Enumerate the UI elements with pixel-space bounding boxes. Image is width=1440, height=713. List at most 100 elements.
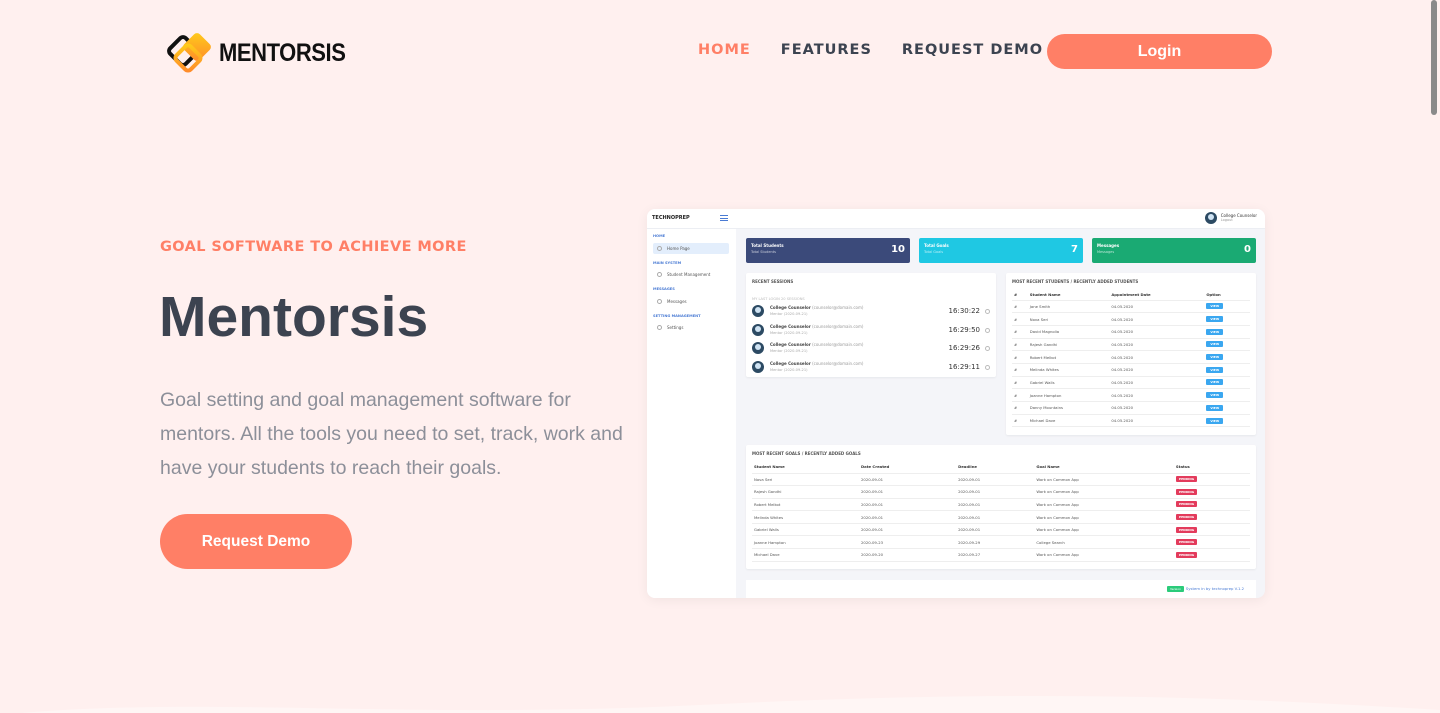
nav-features[interactable]: FEATURES bbox=[781, 42, 872, 58]
table-row: # Danny Mountains 04.05.2020 VIEW bbox=[1012, 401, 1250, 415]
table-row: Rajesh Gandhi 2020-09-01 2020-09-01 Work on… bbox=[752, 485, 1250, 499]
view-button[interactable]: VIEW bbox=[1206, 341, 1224, 348]
status-cell: PENDING bbox=[1173, 510, 1250, 524]
option-cell: VIEW bbox=[1204, 414, 1250, 428]
student-name: Nova Seri bbox=[752, 473, 859, 487]
table-row: # Gabriel Walls 04.05.2020 VIEW bbox=[1012, 376, 1250, 390]
status-badge: PENDING bbox=[1175, 526, 1198, 533]
version-badge: Version bbox=[1166, 586, 1184, 592]
avatar bbox=[1204, 212, 1217, 224]
status-badge: PENDING bbox=[1175, 551, 1198, 558]
view-button[interactable]: VIEW bbox=[1206, 354, 1224, 361]
circle-icon bbox=[657, 325, 662, 330]
status-badge: PENDING bbox=[1175, 476, 1198, 483]
request-demo-button[interactable]: Request Demo bbox=[160, 514, 352, 569]
session-email: (counselor@domain.com) bbox=[812, 305, 864, 310]
view-button[interactable]: VIEW bbox=[1206, 328, 1224, 335]
view-button[interactable]: VIEW bbox=[1206, 316, 1224, 323]
goal-name: Work on Common App bbox=[1034, 473, 1174, 487]
card-title: MOST RECENT STUDENTS / RECENTLY ADDED ST… bbox=[1012, 279, 1139, 284]
student-name: Rajesh Gandhi bbox=[752, 485, 859, 499]
student-name: Rajesh Gandhi bbox=[1027, 338, 1110, 352]
nav-request-demo[interactable]: REQUEST DEMO bbox=[902, 42, 1043, 58]
option-cell: VIEW bbox=[1204, 338, 1250, 352]
footer-text: System in by technoprep V.1.2 bbox=[1185, 586, 1244, 591]
session-name: College Counselor (counselor@domain.com) bbox=[770, 323, 864, 329]
page-scrollbar[interactable] bbox=[1431, 0, 1437, 115]
row-index: # bbox=[1012, 300, 1028, 314]
appointment-date: 04.05.2020 bbox=[1109, 363, 1205, 377]
view-button[interactable]: VIEW bbox=[1206, 392, 1224, 399]
view-button[interactable]: VIEW bbox=[1206, 404, 1224, 411]
table-row: Melinda Whites 2020-09-01 2020-09-01 Work o… bbox=[752, 510, 1250, 524]
goal-name: Work on Common App bbox=[1034, 510, 1174, 524]
status-cell: PENDING bbox=[1173, 535, 1250, 550]
goals-table: Student Name Date Created Deadline Goal Nam… bbox=[752, 461, 1250, 562]
column-header: Date Created bbox=[858, 461, 957, 474]
main-nav: HOME FEATURES REQUEST DEMO bbox=[698, 42, 1043, 58]
status-cell: PENDING bbox=[1173, 548, 1250, 562]
brand-logo[interactable]: MENTORSIS bbox=[166, 26, 363, 76]
date-created: 2020-09-01 bbox=[858, 498, 957, 512]
view-button[interactable]: VIEW bbox=[1206, 417, 1224, 424]
appointment-date: 04.05.2020 bbox=[1109, 300, 1205, 314]
appointment-date: 04.05.2020 bbox=[1109, 414, 1205, 428]
dashboard-footer: Version System in by technoprep V.1.2 bbox=[746, 580, 1256, 598]
session-meta: Mentor (2020-09-21) bbox=[770, 367, 808, 372]
table-row: # Jane Smith 04.05.2020 VIEW bbox=[1012, 300, 1250, 314]
table-row: # Rajesh Gandhi 04.05.2020 VIEW bbox=[1012, 338, 1250, 352]
status-badge: PENDING bbox=[1175, 539, 1198, 546]
table-row: Michael Dave 2020-09-20 2020-09-27 Work on … bbox=[752, 548, 1250, 562]
hero-title: Mentorsis bbox=[159, 285, 429, 349]
student-name: Melinda Whites bbox=[752, 510, 859, 524]
session-time: 16:29:50 bbox=[948, 325, 980, 334]
option-cell: VIEW bbox=[1204, 363, 1250, 377]
session-time: 16:29:11 bbox=[948, 362, 980, 371]
avatar bbox=[752, 323, 764, 336]
view-button[interactable]: VIEW bbox=[1206, 366, 1224, 373]
option-cell: VIEW bbox=[1204, 350, 1250, 364]
view-button[interactable]: VIEW bbox=[1206, 379, 1224, 386]
deadline: 2020-09-01 bbox=[956, 523, 1035, 537]
table-row: # Michael Dave 04.05.2020 VIEW bbox=[1012, 414, 1250, 428]
date-created: 2020-09-20 bbox=[858, 548, 957, 562]
stat-value: 10 bbox=[891, 244, 905, 255]
appointment-date: 04.05.2020 bbox=[1109, 338, 1205, 352]
option-cell: VIEW bbox=[1204, 325, 1250, 339]
table-row: # Nova Seri 04.05.2020 VIEW bbox=[1012, 312, 1250, 326]
date-created: 2020-09-01 bbox=[858, 523, 957, 537]
column-header: Status bbox=[1173, 461, 1250, 474]
option-cell: VIEW bbox=[1204, 300, 1250, 314]
view-button[interactable]: VIEW bbox=[1206, 303, 1224, 310]
circle-icon bbox=[657, 246, 662, 251]
nav-home[interactable]: HOME bbox=[698, 42, 751, 58]
row-index: # bbox=[1012, 401, 1028, 415]
appointment-date: 04.05.2020 bbox=[1109, 325, 1205, 339]
clock-icon bbox=[985, 327, 990, 333]
row-index: # bbox=[1012, 388, 1028, 402]
status-cell: PENDING bbox=[1173, 485, 1250, 499]
background-wave bbox=[21, 695, 1440, 713]
login-button[interactable]: Login bbox=[1047, 34, 1272, 69]
brand-name: MENTORSIS bbox=[219, 38, 346, 67]
row-index: # bbox=[1012, 363, 1028, 377]
dashboard-sidebar: HOME Home Page MAIN SYSTEM Student Manag… bbox=[647, 229, 736, 598]
stat-value: 7 bbox=[1071, 244, 1078, 255]
table-row: Joanne Hampton 2020-09-23 2020-09-29 Colleg… bbox=[752, 535, 1250, 550]
logo-icon bbox=[166, 26, 216, 76]
dashboard-topbar: TECHNOPREP College Counselor Logout bbox=[647, 209, 1265, 229]
column-header: Option bbox=[1204, 289, 1250, 301]
column-header: Student Name bbox=[752, 461, 859, 474]
session-email: (counselor@domain.com) bbox=[812, 323, 864, 329]
dashboard-user-sub: Logout bbox=[1220, 218, 1233, 222]
card-subtitle: MY LAST LOGIN 20 SESSIONS bbox=[752, 297, 805, 301]
row-index: # bbox=[1012, 338, 1028, 352]
status-badge: PENDING bbox=[1175, 514, 1198, 521]
student-name: Gabriel Walls bbox=[1027, 376, 1110, 390]
appointment-date: 04.05.2020 bbox=[1109, 350, 1205, 364]
row-index: # bbox=[1012, 312, 1028, 326]
deadline: 2020-09-01 bbox=[956, 485, 1035, 499]
goal-name: College Search bbox=[1034, 535, 1174, 550]
hero-eyebrow: GOAL SOFTWARE TO ACHIEVE MORE bbox=[160, 239, 467, 255]
circle-icon bbox=[657, 299, 662, 304]
